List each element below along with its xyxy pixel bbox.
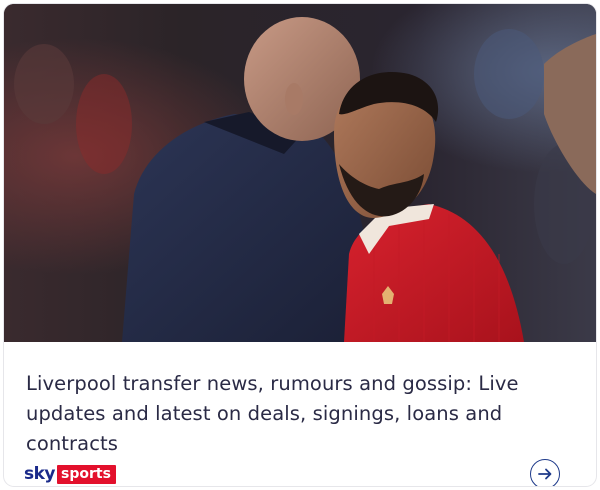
article-image[interactable] [4,4,596,342]
sky-sports-logo: sky sports [24,463,116,485]
sky-logo-text: sky [24,464,56,484]
card-footer: sky sports [4,459,596,486]
open-article-button[interactable] [530,459,560,486]
sports-logo-text: sports [57,464,116,484]
article-headline[interactable]: Liverpool transfer news, rumours and gos… [26,369,566,459]
arrow-right-icon [538,468,552,480]
article-card[interactable]: Liverpool transfer news, rumours and gos… [4,4,596,486]
